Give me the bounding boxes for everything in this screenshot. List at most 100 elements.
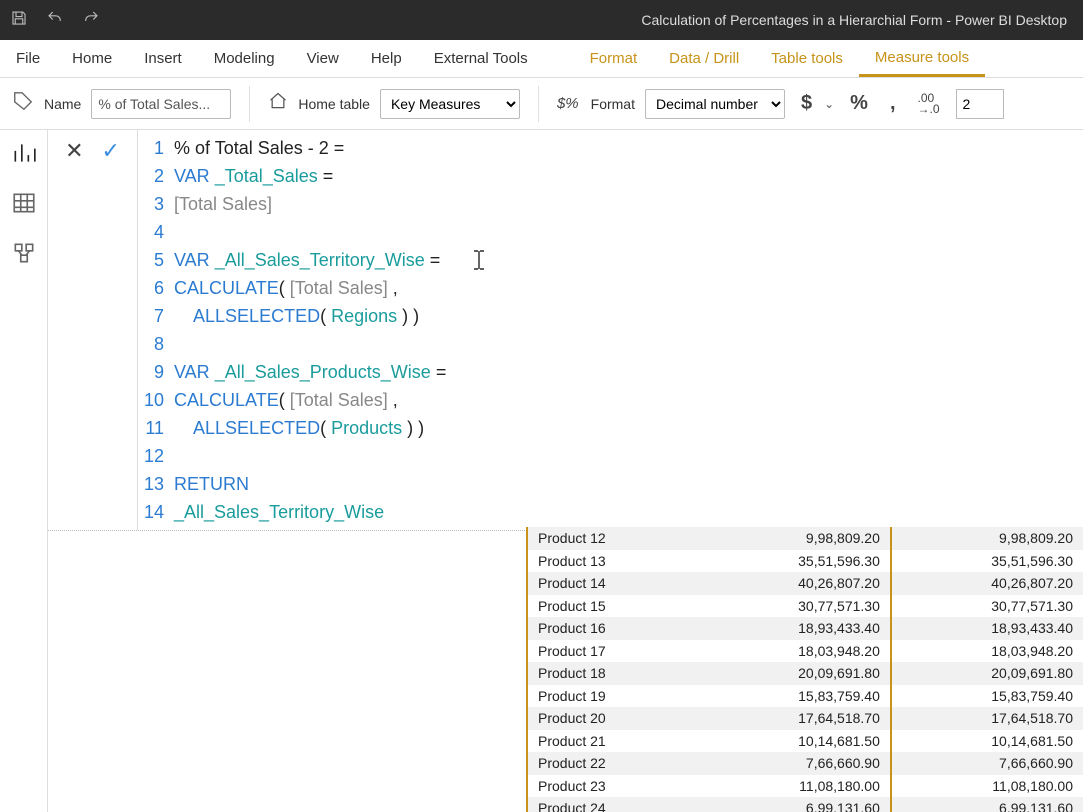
home-table-select[interactable]: Key Measures bbox=[380, 89, 520, 119]
editor-line[interactable]: 9VAR _All_Sales_Products_Wise = bbox=[138, 358, 1083, 386]
value-cell: 15,83,759.40 bbox=[699, 685, 891, 708]
redo-icon[interactable] bbox=[82, 9, 100, 32]
tab-insert[interactable]: Insert bbox=[128, 40, 198, 77]
line-number: 5 bbox=[138, 246, 174, 274]
code-content[interactable]: ALLSELECTED( Products ) ) bbox=[174, 414, 424, 442]
editor-line[interactable]: 2VAR _Total_Sales = bbox=[138, 162, 1083, 190]
product-cell: Product 20 bbox=[528, 707, 699, 730]
currency-button[interactable]: $ bbox=[795, 88, 818, 119]
table-row[interactable]: Product 2311,08,180.0011,08,180.00 bbox=[528, 775, 1083, 798]
formula-controls: ✕ ✓ bbox=[48, 130, 138, 530]
thousands-separator-button[interactable]: , bbox=[884, 88, 902, 119]
value-cell: 20,09,691.80 bbox=[891, 662, 1083, 685]
table-row[interactable]: Product 1530,77,571.3030,77,571.30 bbox=[528, 595, 1083, 618]
percent-button[interactable]: % bbox=[844, 88, 874, 119]
table-row[interactable]: Product 2110,14,681.5010,14,681.50 bbox=[528, 730, 1083, 753]
editor-line[interactable]: 4 bbox=[138, 218, 1083, 246]
table-row[interactable]: Product 129,98,809.209,98,809.20 bbox=[528, 527, 1083, 550]
line-number: 6 bbox=[138, 274, 174, 302]
decimal-places-input[interactable] bbox=[956, 89, 1004, 119]
home-table-icon bbox=[268, 91, 288, 116]
value-cell: 18,93,433.40 bbox=[891, 617, 1083, 640]
editor-line[interactable]: 13RETURN bbox=[138, 470, 1083, 498]
home-table-label: Home table bbox=[298, 96, 370, 112]
code-content[interactable]: [Total Sales] bbox=[174, 190, 272, 218]
text-cursor-icon bbox=[470, 249, 488, 271]
table-row[interactable]: Product 1718,03,948.2018,03,948.20 bbox=[528, 640, 1083, 663]
table-row[interactable]: Product 227,66,660.907,66,660.90 bbox=[528, 752, 1083, 775]
code-content[interactable]: CALCULATE( [Total Sales] , bbox=[174, 386, 398, 414]
editor-line[interactable]: 5VAR _All_Sales_Territory_Wise = bbox=[138, 246, 1083, 274]
format-select[interactable]: Decimal number bbox=[645, 89, 785, 119]
main-area: ✕ ✓ 1% of Total Sales - 2 =2VAR _Total_S… bbox=[0, 130, 1083, 812]
editor-line[interactable]: 1% of Total Sales - 2 = bbox=[138, 134, 1083, 162]
table-row[interactable]: Product 1335,51,596.3035,51,596.30 bbox=[528, 550, 1083, 573]
code-content[interactable]: % of Total Sales - 2 = bbox=[174, 134, 344, 162]
code-content[interactable]: _All_Sales_Territory_Wise bbox=[174, 498, 384, 526]
tab-file[interactable]: File bbox=[0, 40, 56, 77]
editor-line[interactable]: 10CALCULATE( [Total Sales] , bbox=[138, 386, 1083, 414]
code-content[interactable]: VAR _All_Sales_Territory_Wise = bbox=[174, 246, 440, 274]
data-table[interactable]: Product 129,98,809.209,98,809.20Product … bbox=[528, 527, 1083, 812]
tab-view[interactable]: View bbox=[291, 40, 355, 77]
window-title: Calculation of Percentages in a Hierarch… bbox=[100, 12, 1073, 28]
formula-bar: ✕ ✓ 1% of Total Sales - 2 =2VAR _Total_S… bbox=[48, 130, 1083, 531]
product-cell: Product 19 bbox=[528, 685, 699, 708]
table-row[interactable]: Product 246,99,131.606,99,131.60 bbox=[528, 797, 1083, 812]
product-cell: Product 24 bbox=[528, 797, 699, 812]
value-cell: 18,03,948.20 bbox=[699, 640, 891, 663]
undo-icon[interactable] bbox=[46, 9, 64, 32]
editor-line[interactable]: 11 ALLSELECTED( Products ) ) bbox=[138, 414, 1083, 442]
code-content[interactable]: VAR _Total_Sales = bbox=[174, 162, 333, 190]
code-content[interactable]: RETURN bbox=[174, 470, 249, 498]
product-cell: Product 12 bbox=[528, 527, 699, 550]
model-view-icon[interactable] bbox=[11, 240, 37, 266]
dax-editor[interactable]: 1% of Total Sales - 2 =2VAR _Total_Sales… bbox=[138, 130, 1083, 530]
tag-icon bbox=[12, 90, 34, 117]
value-cell: 11,08,180.00 bbox=[891, 775, 1083, 798]
commit-icon[interactable]: ✓ bbox=[102, 138, 120, 164]
editor-line[interactable]: 12 bbox=[138, 442, 1083, 470]
editor-line[interactable]: 8 bbox=[138, 330, 1083, 358]
line-number: 9 bbox=[138, 358, 174, 386]
name-label: Name bbox=[44, 96, 81, 112]
tab-help[interactable]: Help bbox=[355, 40, 418, 77]
ribbon-tabs: File Home Insert Modeling View Help Exte… bbox=[0, 40, 1083, 78]
data-view-icon[interactable] bbox=[11, 190, 37, 216]
code-content[interactable]: CALCULATE( [Total Sales] , bbox=[174, 274, 398, 302]
line-number: 12 bbox=[138, 442, 174, 470]
data-table-wrapper: Product 129,98,809.209,98,809.20Product … bbox=[526, 527, 1083, 812]
table-row[interactable]: Product 1618,93,433.4018,93,433.40 bbox=[528, 617, 1083, 640]
line-number: 13 bbox=[138, 470, 174, 498]
tab-home[interactable]: Home bbox=[56, 40, 128, 77]
product-cell: Product 18 bbox=[528, 662, 699, 685]
line-number: 8 bbox=[138, 330, 174, 358]
table-row[interactable]: Product 1915,83,759.4015,83,759.40 bbox=[528, 685, 1083, 708]
value-cell: 7,66,660.90 bbox=[891, 752, 1083, 775]
currency-dropdown-icon[interactable]: ⌄ bbox=[824, 97, 834, 111]
save-icon[interactable] bbox=[10, 9, 28, 32]
tab-measure-tools[interactable]: Measure tools bbox=[859, 40, 985, 77]
editor-line[interactable]: 3[Total Sales] bbox=[138, 190, 1083, 218]
editor-line[interactable]: 6CALCULATE( [Total Sales] , bbox=[138, 274, 1083, 302]
code-content[interactable]: VAR _All_Sales_Products_Wise = bbox=[174, 358, 446, 386]
code-content[interactable]: ALLSELECTED( Regions ) ) bbox=[174, 302, 419, 330]
line-number: 1 bbox=[138, 134, 174, 162]
table-row[interactable]: Product 1440,26,807.2040,26,807.20 bbox=[528, 572, 1083, 595]
tab-format[interactable]: Format bbox=[574, 40, 654, 77]
editor-line[interactable]: 14_All_Sales_Territory_Wise bbox=[138, 498, 1083, 526]
editor-line[interactable]: 7 ALLSELECTED( Regions ) ) bbox=[138, 302, 1083, 330]
tab-table-tools[interactable]: Table tools bbox=[755, 40, 859, 77]
product-cell: Product 15 bbox=[528, 595, 699, 618]
measure-name-input[interactable] bbox=[91, 89, 231, 119]
ribbon-controls: Name Home table Key Measures $% Format D… bbox=[0, 78, 1083, 130]
cancel-icon[interactable]: ✕ bbox=[65, 138, 83, 164]
value-cell: 10,14,681.50 bbox=[699, 730, 891, 753]
tab-external-tools[interactable]: External Tools bbox=[418, 40, 544, 77]
table-row[interactable]: Product 1820,09,691.8020,09,691.80 bbox=[528, 662, 1083, 685]
report-view-icon[interactable] bbox=[11, 140, 37, 166]
tab-data-drill[interactable]: Data / Drill bbox=[653, 40, 755, 77]
table-row[interactable]: Product 2017,64,518.7017,64,518.70 bbox=[528, 707, 1083, 730]
product-cell: Product 22 bbox=[528, 752, 699, 775]
tab-modeling[interactable]: Modeling bbox=[198, 40, 291, 77]
